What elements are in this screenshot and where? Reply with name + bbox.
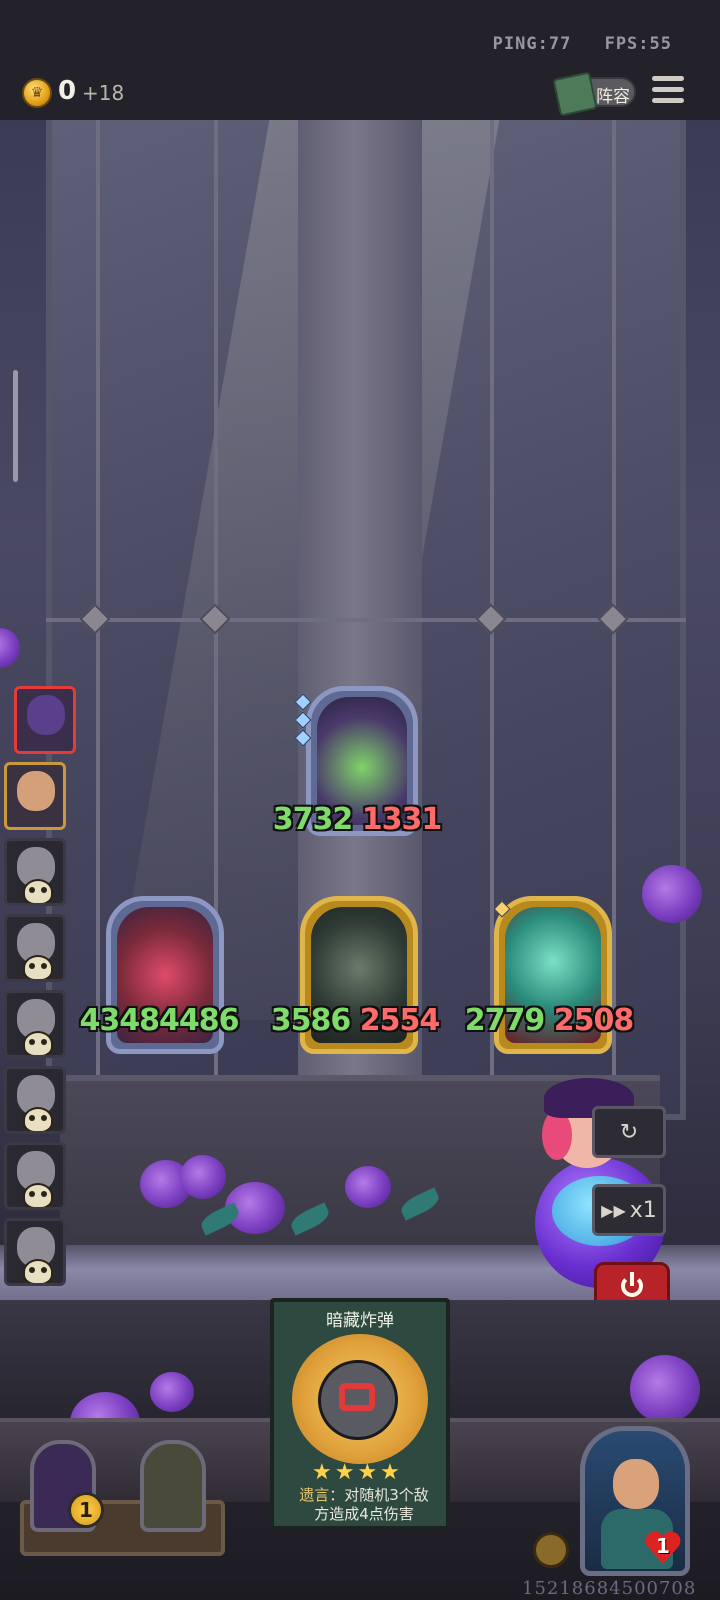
top-hat-villain-face <box>27 695 65 735</box>
player-minion-stats: 43484486 <box>74 1003 244 1038</box>
gold-income: +18 <box>82 81 125 105</box>
self-portrait[interactable] <box>4 762 66 830</box>
attack-value: 4348 <box>79 1003 160 1038</box>
shop-card[interactable] <box>140 1440 206 1532</box>
skull-icon <box>23 879 53 903</box>
network-status: PING:77 FPS:55 <box>471 34 672 54</box>
spell-title: 暗藏炸弹 <box>326 1311 394 1331</box>
hero-face <box>17 771 55 811</box>
hero-health: 1 <box>656 1534 670 1558</box>
fast-forward-icon: ▶▶ <box>601 1200 626 1220</box>
gold-coin-icon: ♛ <box>22 78 52 108</box>
rose-decoration <box>180 1155 226 1199</box>
health-value: 1331 <box>361 802 442 837</box>
eliminated-player-portrait[interactable] <box>4 990 66 1058</box>
eliminated-player-portrait[interactable] <box>4 1218 66 1286</box>
lineup-label: 阵容 <box>596 87 630 107</box>
skull-icon <box>23 1031 53 1055</box>
eliminated-player-portrait[interactable] <box>4 914 66 982</box>
speed-label: x1 <box>629 1197 657 1223</box>
speed-button[interactable]: ▶▶ x1 <box>592 1184 666 1236</box>
eliminated-player-portrait[interactable] <box>4 838 66 906</box>
rose-decoration <box>345 1166 391 1208</box>
player-minion-stats: 2779 2508 <box>464 1003 634 1038</box>
spell-keyword: 遗言 <box>299 1486 330 1504</box>
replay-icon: ↻ <box>619 1119 639 1145</box>
fps-text: FPS:55 <box>604 34 672 54</box>
user-id-watermark: 15218684500708 <box>522 1578 697 1599</box>
spell-desc-line1: ：对随机3个敌 <box>329 1486 429 1504</box>
gold-amount: 0 <box>58 76 77 106</box>
window-transom <box>46 618 686 622</box>
scroll-indicator[interactable] <box>13 370 18 482</box>
top-bar: PING:77 FPS:55 ♛ 0 +18 阵容 <box>0 0 720 120</box>
health-value: 2554 <box>359 1003 440 1038</box>
enemy-minion-stats: 3732 1331 <box>272 802 442 837</box>
rose-decoration <box>150 1372 194 1412</box>
spell-description: 遗言：对随机3个敌 方造成4点伤害 <box>280 1486 448 1524</box>
skull-icon <box>23 1259 53 1283</box>
lineup-button[interactable]: 阵容 <box>552 71 636 117</box>
ping-text: PING:77 <box>492 34 572 54</box>
spell-desc-line2: 方造成4点伤害 <box>314 1505 414 1523</box>
skull-icon <box>23 955 53 979</box>
spell-card[interactable]: 暗藏炸弹 ★★★★ 遗言：对随机3个敌 方造成4点伤害 <box>270 1298 450 1530</box>
power-icon <box>621 1272 643 1297</box>
replay-button[interactable]: ↻ <box>592 1106 666 1158</box>
menu-icon[interactable] <box>652 76 684 106</box>
skull-icon <box>23 1183 53 1207</box>
health-value: 4486 <box>159 1003 239 1038</box>
attack-value: 3732 <box>272 802 353 837</box>
rose-decoration <box>642 865 702 923</box>
rose-decoration <box>0 628 20 668</box>
hero-face <box>613 1459 659 1509</box>
eliminated-player-portrait[interactable] <box>4 1066 66 1134</box>
book-icon <box>552 71 598 117</box>
skull-icon <box>23 1107 53 1131</box>
eliminated-player-portrait[interactable] <box>4 1142 66 1210</box>
health-value: 2508 <box>553 1003 634 1038</box>
bomb-icon <box>318 1360 398 1440</box>
player-minion-stats: 3586 2554 <box>270 1003 440 1038</box>
tavern-tier-badge: 1 <box>68 1492 104 1528</box>
attack-value: 3586 <box>270 1003 351 1038</box>
hero-power-icon[interactable] <box>533 1532 569 1568</box>
opponent-portrait[interactable] <box>14 686 76 754</box>
rose-decoration <box>630 1355 700 1423</box>
star-rating: ★★★★ <box>312 1460 403 1485</box>
attack-value: 2779 <box>464 1003 545 1038</box>
